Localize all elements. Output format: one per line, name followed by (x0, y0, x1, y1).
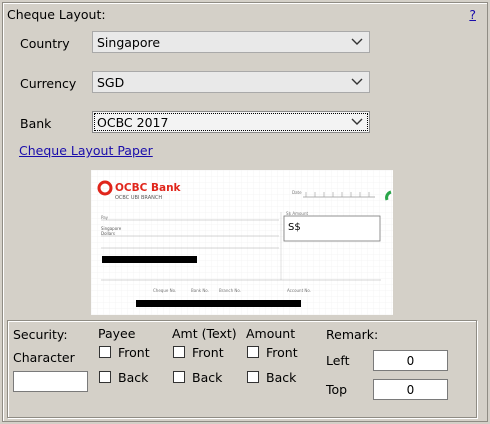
cheque-date-label: Date (292, 190, 302, 195)
amount-front-checkbox[interactable] (247, 346, 259, 358)
bank-select[interactable]: OCBC 2017 (92, 111, 370, 133)
remark-top-input[interactable]: 0 (373, 379, 448, 400)
cheque-layout-paper-link[interactable]: Cheque Layout Paper (19, 143, 153, 158)
remark-top-label: Top (326, 382, 348, 397)
cheque-preview: OCBC Bank OCBC UBI BRANCH Date S$ Amount… (91, 170, 393, 315)
cheque-amount-label: S$ Amount (286, 211, 309, 216)
character-input[interactable] (13, 371, 88, 392)
remark-left-label: Left (326, 353, 350, 368)
cheque-currency-symbol: S$ (288, 222, 301, 233)
character-label: Character (13, 350, 75, 365)
cheque-bank-no-label: Bank No. (191, 288, 209, 293)
country-value: Singapore (97, 35, 161, 50)
cheque-pay-label: Pay (101, 215, 109, 220)
payee-label: Payee (98, 326, 136, 341)
help-link[interactable]: ? (469, 7, 476, 22)
cheque-dollars-text: Dollars (101, 231, 115, 236)
amt-text-front-checkbox[interactable] (173, 346, 185, 358)
bank-value: OCBC 2017 (97, 115, 169, 130)
bank-label: Bank (20, 116, 52, 131)
amt-text-back-label: Back (192, 370, 223, 385)
payee-front-checkbox[interactable] (99, 346, 111, 358)
security-label: Security: (13, 327, 68, 342)
cheque-bank-name: OCBC Bank (115, 182, 181, 194)
remark-left-input[interactable]: 0 (373, 350, 448, 371)
amount-back-label: Back (266, 370, 297, 385)
payee-back-checkbox[interactable] (99, 371, 111, 383)
cheque-account-no-label: Account No. (287, 288, 312, 293)
cheque-branch-no-label: Branch No. (219, 288, 242, 293)
currency-select[interactable]: SGD (92, 71, 370, 93)
amt-text-front-label: Front (192, 345, 224, 360)
payee-back-label: Back (118, 370, 149, 385)
cheque-number-label: Cheque No. (153, 288, 177, 293)
payee-front-label: Front (118, 345, 150, 360)
chevron-down-icon (351, 118, 363, 125)
country-select[interactable]: Singapore (92, 31, 370, 53)
amt-text-back-checkbox[interactable] (173, 371, 185, 383)
amt-text-label: Amt (Text) (172, 326, 237, 341)
chevron-down-icon (351, 78, 363, 85)
cheque-branch: OCBC UBI BRANCH (115, 195, 163, 201)
amount-front-label: Front (266, 345, 298, 360)
currency-label: Currency (20, 76, 77, 91)
amount-back-checkbox[interactable] (247, 371, 259, 383)
remark-label: Remark: (326, 327, 379, 342)
amount-label: Amount (246, 326, 296, 341)
panel-title: Cheque Layout: (7, 7, 106, 22)
chevron-down-icon (351, 38, 363, 45)
country-label: Country (20, 36, 70, 51)
currency-value: SGD (97, 75, 125, 90)
